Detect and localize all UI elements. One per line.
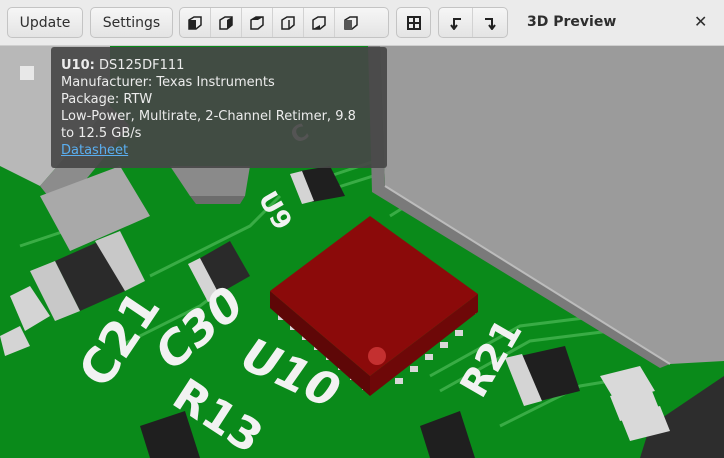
view-back-icon <box>219 15 233 30</box>
rotate-left-icon <box>449 17 461 30</box>
fit-button-group <box>396 7 431 38</box>
toolbar: Update Settings 3D Preview ✕ <box>0 0 724 46</box>
view-top-button[interactable] <box>304 8 335 37</box>
view-front-icon <box>188 15 202 30</box>
tooltip-ref: U10: <box>61 58 95 73</box>
view-left-icon <box>250 15 264 30</box>
datasheet-link[interactable]: Datasheet <box>61 143 128 158</box>
rotate-button-group <box>438 7 508 38</box>
view-front-button[interactable] <box>180 8 211 37</box>
panel-title: 3D Preview <box>527 14 617 30</box>
tooltip-part: DS125DF111 <box>99 58 185 73</box>
view-back-button[interactable] <box>211 8 242 37</box>
view-bottom-icon <box>343 15 358 30</box>
component-tooltip: U10: DS125DF111 Manufacturer: Texas Inst… <box>51 47 387 168</box>
tooltip-description: Low-Power, Multirate, 2-Channel Retimer,… <box>61 109 356 141</box>
tooltip-manufacturer: Manufacturer: Texas Instruments <box>61 75 275 90</box>
view-left-button[interactable] <box>242 8 273 37</box>
update-button[interactable]: Update <box>7 7 83 38</box>
pin1-marker <box>368 347 386 365</box>
view-button-group <box>179 7 389 38</box>
tooltip-package: Package: RTW <box>61 92 153 107</box>
rotate-right-icon <box>485 17 496 30</box>
view-right-icon <box>281 15 295 30</box>
view-right-button[interactable] <box>273 8 304 37</box>
zoom-fit-icon <box>406 15 421 30</box>
rotate-left-button[interactable] <box>439 8 474 37</box>
close-icon[interactable]: ✕ <box>694 12 707 31</box>
view-bottom-button[interactable] <box>335 8 366 37</box>
zoom-fit-button[interactable] <box>397 8 430 37</box>
tooltip-title: U10: DS125DF111 <box>61 57 377 74</box>
settings-button[interactable]: Settings <box>90 7 173 38</box>
rotate-right-button[interactable] <box>473 8 507 37</box>
view-top-icon <box>312 15 326 30</box>
